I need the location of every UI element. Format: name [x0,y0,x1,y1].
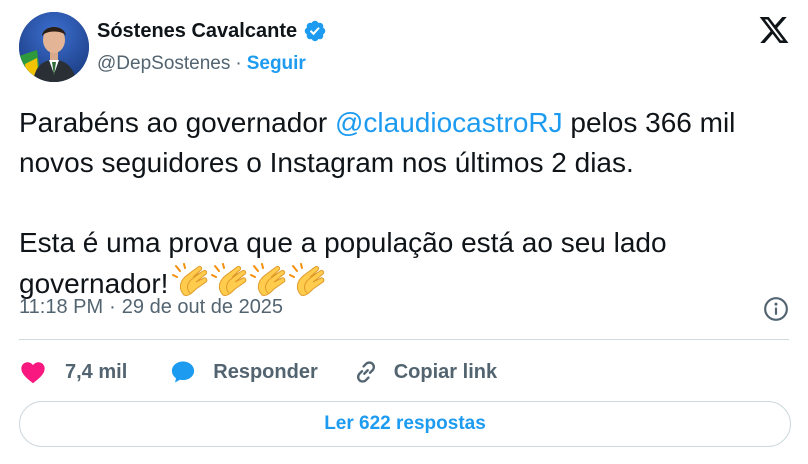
info-icon[interactable] [763,296,789,322]
divider [19,339,789,340]
tweet-date: 29 de out de 2025 [121,296,284,318]
reply-button[interactable]: Responder [169,358,318,386]
tweet-paragraph-2-text: Esta é uma prova que a população está ao… [19,227,667,299]
verified-badge-icon [304,20,326,42]
copy-link-button[interactable]: Copiar link [352,358,497,386]
author-name[interactable]: Sóstenes Cavalcante [97,20,297,43]
link-icon [356,361,375,383]
tweet-text-start: Parabéns ao governador [19,107,335,138]
tweet-text: Parabéns ao governador @claudiocastroRJ … [19,103,789,304]
author-handle[interactable]: @DepSostenes [97,53,230,75]
follow-button[interactable]: Seguir [247,53,306,75]
timestamp[interactable]: 11:18 PM · 29 de out de 2025 [19,296,283,319]
tweet-paragraph-2: Esta é uma prova que a população está ao… [19,223,789,304]
x-logo-icon[interactable] [758,14,790,46]
mention-link[interactable]: @claudiocastroRJ [335,107,563,138]
like-count: 7,4 mil [65,360,128,383]
tweet-paragraph-1: Parabéns ao governador @claudiocastroRJ … [19,103,789,183]
clapping-hands-icon [172,263,208,296]
copy-link-label: Copiar link [393,360,498,383]
clapping-hands-icon [289,263,325,296]
reply-label: Responder [213,360,318,383]
speech-bubble-icon [172,361,195,383]
timestamp-separator: · [109,296,116,318]
read-replies-button[interactable]: Ler 622 respostas [19,401,791,447]
like-button[interactable]: 7,4 mil [19,358,127,386]
emoji-group [172,263,328,299]
heart-icon [21,362,45,384]
tweet-card: Sóstenes Cavalcante @DepSostenes · Segui… [0,0,808,464]
action-bar: 7,4 mil Responder Copiar link [19,355,497,389]
handle-separator: · [235,53,242,74]
clapping-hands-icon [250,263,286,296]
clapping-hands-icon [211,263,247,296]
avatar-image [19,12,89,82]
avatar[interactable] [19,12,89,82]
tweet-time: 11:18 PM [19,296,104,318]
author-info: Sóstenes Cavalcante @DepSostenes · Segui… [97,17,327,75]
